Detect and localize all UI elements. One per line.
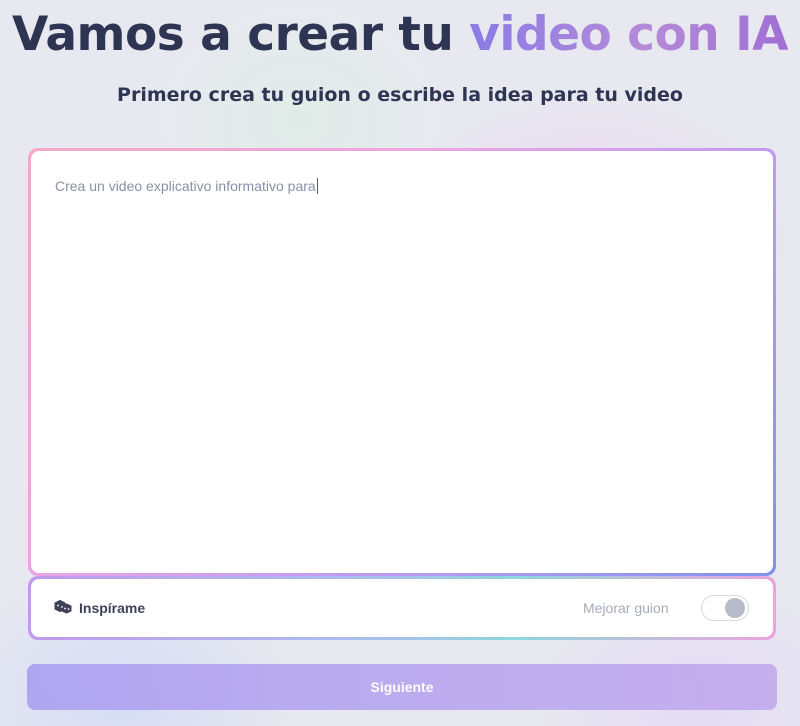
improve-script-label: Mejorar guion [583, 600, 669, 616]
script-editor-frame: Crea un video explicativo informativo pa… [28, 148, 776, 576]
toggle-knob [725, 598, 745, 618]
text-caret [316, 178, 318, 194]
page-subtitle: Primero crea tu guion o escribe la idea … [117, 84, 683, 106]
page-title: Vamos a crear tu video con IA [0, 6, 800, 64]
improve-script-toggle[interactable] [701, 595, 749, 621]
page-title-main: Vamos a crear tu [12, 7, 454, 62]
inspire-button-label: Inspírame [79, 600, 146, 616]
script-textarea[interactable]: Crea un video explicativo informativo pa… [31, 151, 773, 573]
inspire-button[interactable]: Inspírame [53, 596, 145, 620]
script-textarea-value: Crea un video explicativo informativo pa… [55, 178, 316, 194]
options-bar: Inspírame Mejorar guion [31, 579, 773, 637]
dice-icon [53, 597, 73, 619]
page-title-accent: video con IA [469, 7, 788, 62]
next-button[interactable]: Siguiente [27, 664, 777, 710]
script-textarea-content: Crea un video explicativo informativo pa… [55, 178, 318, 194]
options-bar-frame: Inspírame Mejorar guion [28, 576, 776, 640]
